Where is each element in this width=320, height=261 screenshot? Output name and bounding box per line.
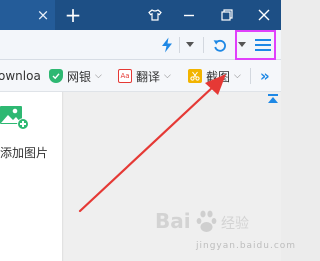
scroll-up-icon[interactable] [267, 94, 279, 104]
add-image-icon[interactable] [0, 106, 30, 130]
bookmark-label: ownloa [0, 69, 41, 83]
bookmark-screenshot[interactable]: 截图 ⌵ [188, 60, 241, 92]
scissors-icon [188, 69, 202, 83]
bookmarks-overflow-button[interactable]: » [260, 60, 270, 92]
watermark-url: jingyan.baidu.com [196, 241, 297, 251]
maximize-button[interactable] [210, 0, 244, 30]
minimize-button[interactable] [172, 0, 206, 30]
close-icon [258, 9, 270, 21]
undo-icon [213, 39, 226, 52]
svg-text:Bai: Bai [155, 209, 191, 233]
tab-close-button[interactable]: × [36, 5, 50, 25]
hamburger-menu-icon [254, 39, 271, 51]
toolbar-divider [203, 37, 204, 53]
undo-dropdown[interactable] [236, 30, 248, 60]
add-image-label[interactable]: 添加图片 [0, 144, 48, 161]
double-chevron-right-icon: » [260, 67, 270, 85]
speed-mode-dropdown[interactable] [182, 30, 198, 60]
undo-close-tab-button[interactable] [209, 30, 231, 60]
bookmark-label: 网银 [67, 69, 92, 84]
tshirt-icon [148, 9, 162, 21]
chevron-down-icon[interactable]: ⌵ [234, 71, 241, 81]
bookmark-online-banking[interactable]: 网银 ⌵ [49, 60, 102, 92]
close-window-button[interactable] [247, 0, 281, 30]
bookmarks-bar: ownloa 网银 ⌵ Aa 翻译 ⌵ 截图 ⌵ » [0, 60, 281, 92]
minimize-icon [184, 14, 194, 17]
new-tab-button[interactable]: + [64, 3, 82, 27]
bookmark-download[interactable]: ownloa [0, 60, 41, 92]
chevron-down-icon[interactable]: ⌵ [164, 71, 171, 81]
lightning-icon [162, 37, 172, 53]
caret-down-icon [238, 42, 246, 47]
skin-button[interactable] [138, 0, 172, 30]
side-panel: 添加图片 [0, 92, 63, 261]
caret-down-icon [186, 42, 194, 47]
toolbar-divider [179, 37, 180, 53]
svg-text:经验: 经验 [221, 216, 249, 232]
bookmark-translate[interactable]: Aa 翻译 ⌵ [118, 60, 171, 92]
chevron-down-icon[interactable]: ⌵ [95, 71, 102, 81]
bookmarks-divider [250, 68, 251, 84]
translate-icon: Aa [118, 69, 132, 83]
bookmark-label: 翻译 [136, 69, 161, 84]
browser-tab[interactable]: × [0, 0, 55, 30]
restore-icon [221, 9, 233, 21]
main-menu-button[interactable] [235, 30, 276, 60]
bookmark-label: 截图 [206, 69, 231, 84]
shield-icon [49, 69, 63, 83]
speed-mode-button[interactable] [156, 30, 178, 60]
baidu-logo-watermark: Bai 经验 [155, 209, 249, 233]
title-bar: × + [0, 0, 281, 30]
